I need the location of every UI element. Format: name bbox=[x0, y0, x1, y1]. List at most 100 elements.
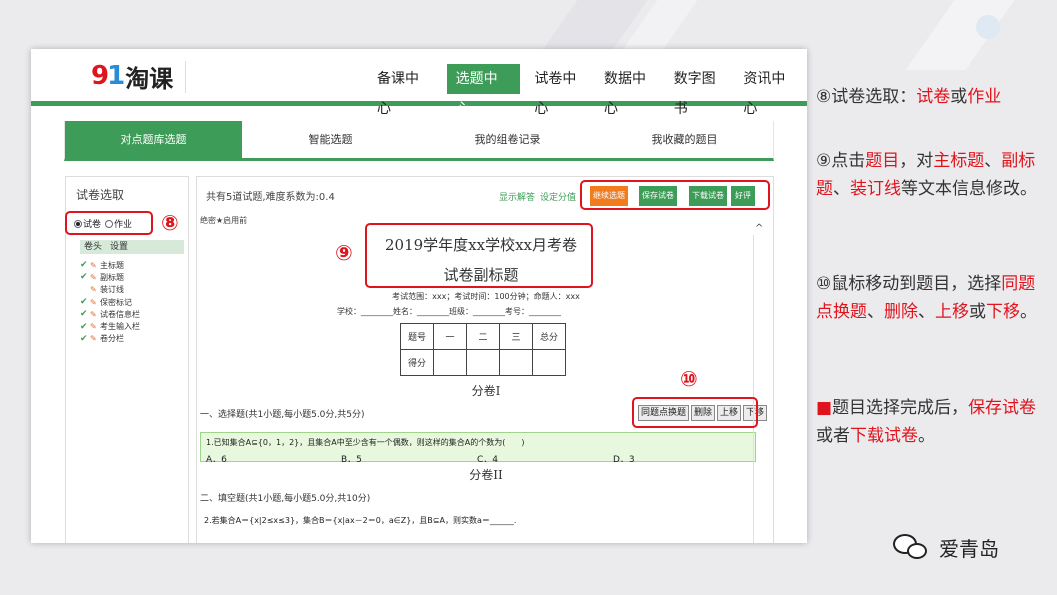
main-nav: 备课中心 选题中心 试卷中心 数据中心 数字图书 资讯中心 bbox=[371, 64, 807, 117]
header-label[interactable]: 设置 bbox=[110, 242, 128, 252]
note-text: 、 bbox=[867, 302, 884, 322]
set-score-link[interactable]: 设定分值 bbox=[540, 190, 576, 203]
note-highlight: 保存试卷 bbox=[968, 398, 1037, 418]
check-icon[interactable]: ✔ bbox=[80, 260, 90, 270]
table-cell: 总分 bbox=[532, 323, 566, 350]
nav-item-news[interactable]: 资讯中心 bbox=[737, 64, 805, 117]
divider bbox=[185, 61, 186, 93]
top-bar: 91 淘课 备课中心 选题中心 试卷中心 数据中心 数字图书 资讯中心 bbox=[31, 49, 807, 117]
pencil-icon[interactable]: ✎ bbox=[90, 334, 100, 343]
badge-8: ⑧ bbox=[161, 211, 179, 235]
table-cell bbox=[532, 349, 566, 376]
pencil-icon[interactable]: ✎ bbox=[90, 273, 100, 282]
question-text: 1.已知集合A⊆{0，1，2}，且集合A中至少含有一个偶数，则这样的集合A的个数… bbox=[206, 438, 525, 447]
list-item[interactable]: ✔ ✎ 保密标记 bbox=[80, 296, 140, 308]
option: D．3 bbox=[613, 455, 635, 465]
tab-favorites[interactable]: 我收藏的题目 bbox=[596, 121, 773, 158]
note-9: ⑨点击题目，对主标题、副标题、装订线等文本信息修改。 bbox=[816, 147, 1042, 203]
option: A．6 bbox=[206, 455, 227, 465]
screenshot-panel: 91 淘课 备课中心 选题中心 试卷中心 数据中心 数字图书 资讯中心 对点题库… bbox=[31, 49, 807, 543]
note-text: 。 bbox=[1020, 302, 1037, 322]
note-text: 、 bbox=[918, 302, 935, 322]
tab-my-records[interactable]: 我的组卷记录 bbox=[419, 121, 596, 158]
list-item[interactable]: ✔ ✎ 考生输入栏 bbox=[80, 320, 140, 332]
note-highlight: 下载试卷 bbox=[850, 426, 918, 446]
pencil-icon[interactable]: ✎ bbox=[90, 322, 100, 331]
note-text: 等文本信息修改。 bbox=[901, 179, 1037, 199]
question-item[interactable]: 1.已知集合A⊆{0，1，2}，且集合A中至少含有一个偶数，则这样的集合A的个数… bbox=[200, 432, 756, 465]
note-highlight: 下移 bbox=[986, 302, 1020, 322]
square-icon: ■ bbox=[816, 398, 833, 418]
check-icon[interactable]: ✔ bbox=[80, 334, 90, 344]
logo-text: 淘课 bbox=[125, 64, 174, 93]
tab-question-bank[interactable]: 对点题库选题 bbox=[65, 121, 242, 158]
exam-info[interactable]: 考试范围：xxx；考试时间：100分钟；命题人：xxx bbox=[197, 291, 775, 302]
nav-item-select-questions[interactable]: 选题中心 bbox=[446, 64, 521, 117]
callout-title bbox=[365, 223, 593, 288]
logo[interactable]: 91 淘课 bbox=[91, 59, 173, 93]
note-highlight: 主标题 bbox=[933, 151, 985, 171]
table-cell bbox=[433, 349, 467, 376]
note-text: 或者 bbox=[816, 426, 850, 446]
pencil-icon[interactable]: ✎ bbox=[90, 298, 100, 307]
option: B．5 bbox=[341, 455, 362, 465]
table-cell: 三 bbox=[499, 323, 533, 350]
pencil-icon[interactable]: ✎ bbox=[90, 285, 100, 294]
scroll-up-icon[interactable]: ^ bbox=[755, 223, 763, 234]
table-cell bbox=[499, 349, 533, 376]
list-item[interactable]: ✔ ✎ 副标题 bbox=[80, 271, 140, 283]
note-text: ⑩鼠标移动到题目，选择 bbox=[816, 274, 1002, 294]
bg-stripe bbox=[905, 0, 1015, 70]
note-text: 题目选择完成后， bbox=[832, 398, 969, 418]
settings-list: ✔ ✎ 主标题 ✔ ✎ 副标题 ✎ 装订线 ✔ ✎ 保密标记 ✔ ✎ 试卷信息栏 ✔ ✎ 考生输入栏 … bbox=[80, 259, 140, 345]
note-text: 、 bbox=[833, 179, 850, 199]
secret-mark[interactable]: 绝密★启用前 bbox=[200, 215, 247, 226]
bg-circle bbox=[976, 15, 1000, 39]
section-heading: 二、填空题(共1小题,每小题5.0分,共10分) bbox=[200, 494, 371, 504]
tab-bar: 对点题库选题 智能选题 我的组卷记录 我收藏的题目 bbox=[64, 121, 774, 161]
wechat-icon bbox=[891, 532, 931, 562]
nav-item-books[interactable]: 数字图书 bbox=[668, 64, 736, 117]
item-label: 试卷信息栏 bbox=[100, 309, 140, 319]
student-fields[interactable]: 学校：________姓名：________班级：________考号：____… bbox=[337, 306, 561, 317]
show-answers-link[interactable]: 显示解答 bbox=[499, 190, 535, 203]
check-icon[interactable]: ✔ bbox=[80, 309, 90, 319]
tab-smart-select[interactable]: 智能选题 bbox=[242, 121, 419, 158]
list-item[interactable]: ✎ 装订线 bbox=[80, 284, 140, 296]
note-highlight: 题目 bbox=[865, 151, 900, 171]
settings-header: 卷头 设置 bbox=[80, 240, 184, 254]
item-label: 副标题 bbox=[100, 272, 124, 282]
callout-toolbar bbox=[580, 180, 770, 210]
question-text[interactable]: 2.若集合A＝{x|2≤x≤3}，集合B＝{x|ax－2＝0，a∈Z}，且B⊆A… bbox=[204, 515, 516, 526]
nav-item-papers[interactable]: 试卷中心 bbox=[528, 64, 596, 117]
check-icon[interactable]: ✔ bbox=[80, 322, 90, 332]
list-item[interactable]: ✔ ✎ 试卷信息栏 bbox=[80, 308, 140, 320]
callout-paper-select bbox=[65, 211, 153, 235]
paper-summary: 共有5道试题,难度系数为:0.4 bbox=[206, 192, 335, 203]
item-label: 卷分栏 bbox=[100, 334, 124, 344]
badge-9: ⑨ bbox=[335, 241, 353, 265]
part-two-heading: 分卷II bbox=[469, 468, 503, 482]
note-highlight: 装订线 bbox=[850, 179, 901, 199]
note-highlight: 试卷 bbox=[916, 87, 951, 107]
table-cell: 二 bbox=[466, 323, 500, 350]
option: C．4 bbox=[477, 455, 499, 465]
table-cell: 题号 bbox=[400, 323, 434, 350]
logo-mark: 91 bbox=[91, 61, 125, 91]
list-item[interactable]: ✔ ✎ 主标题 bbox=[80, 259, 140, 271]
note-text: ⑧试卷选取： bbox=[816, 87, 917, 107]
nav-item-prepare[interactable]: 备课中心 bbox=[371, 64, 439, 117]
check-icon[interactable]: ✔ bbox=[80, 272, 90, 282]
list-item[interactable]: ✔ ✎ 卷分栏 bbox=[80, 333, 140, 345]
note-11: ■题目选择完成后，保存试卷或者下载试卷。 bbox=[816, 394, 1042, 450]
pencil-icon[interactable]: ✎ bbox=[90, 261, 100, 270]
check-icon[interactable]: ✔ bbox=[80, 297, 90, 307]
note-8: ⑧试卷选取：试卷或作业 bbox=[816, 83, 1042, 111]
table-cell: 一 bbox=[433, 323, 467, 350]
score-table: 题号 一 二 三 总分 得分 bbox=[400, 323, 566, 376]
scrollbar[interactable] bbox=[753, 235, 754, 543]
table-cell: 得分 bbox=[400, 349, 434, 376]
nav-item-data[interactable]: 数据中心 bbox=[598, 64, 666, 117]
item-label: 主标题 bbox=[100, 260, 124, 270]
pencil-icon[interactable]: ✎ bbox=[90, 310, 100, 319]
